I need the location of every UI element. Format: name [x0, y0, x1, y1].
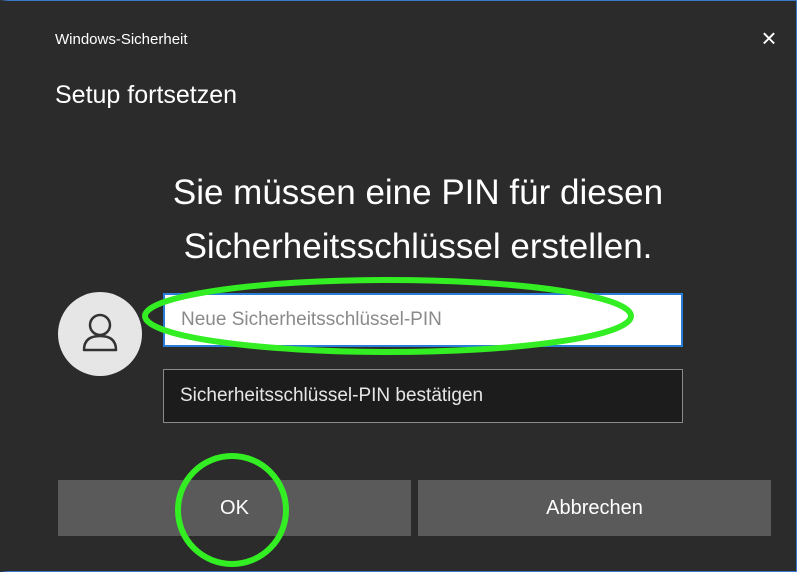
security-dialog: Windows-Sicherheit × Setup fortsetzen Si…	[0, 0, 797, 572]
new-pin-input[interactable]	[163, 293, 683, 347]
dialog-heading: Sie müssen eine PIN für diesen Sicherhei…	[88, 166, 748, 274]
heading-line-2: Sicherheitsschlüssel erstellen.	[183, 227, 653, 266]
cancel-button[interactable]: Abbrechen	[418, 480, 771, 536]
app-title: Windows-Sicherheit	[55, 31, 188, 48]
heading-line-1: Sie müssen eine PIN für diesen	[172, 173, 664, 212]
ok-button[interactable]: OK	[58, 480, 411, 536]
close-button[interactable]: ×	[754, 23, 784, 53]
confirm-pin-input[interactable]	[163, 369, 683, 423]
title-bar: Windows-Sicherheit ×	[8, 1, 796, 61]
avatar	[58, 292, 142, 376]
user-icon	[82, 313, 118, 352]
dialog-subtitle: Setup fortsetzen	[55, 81, 238, 109]
